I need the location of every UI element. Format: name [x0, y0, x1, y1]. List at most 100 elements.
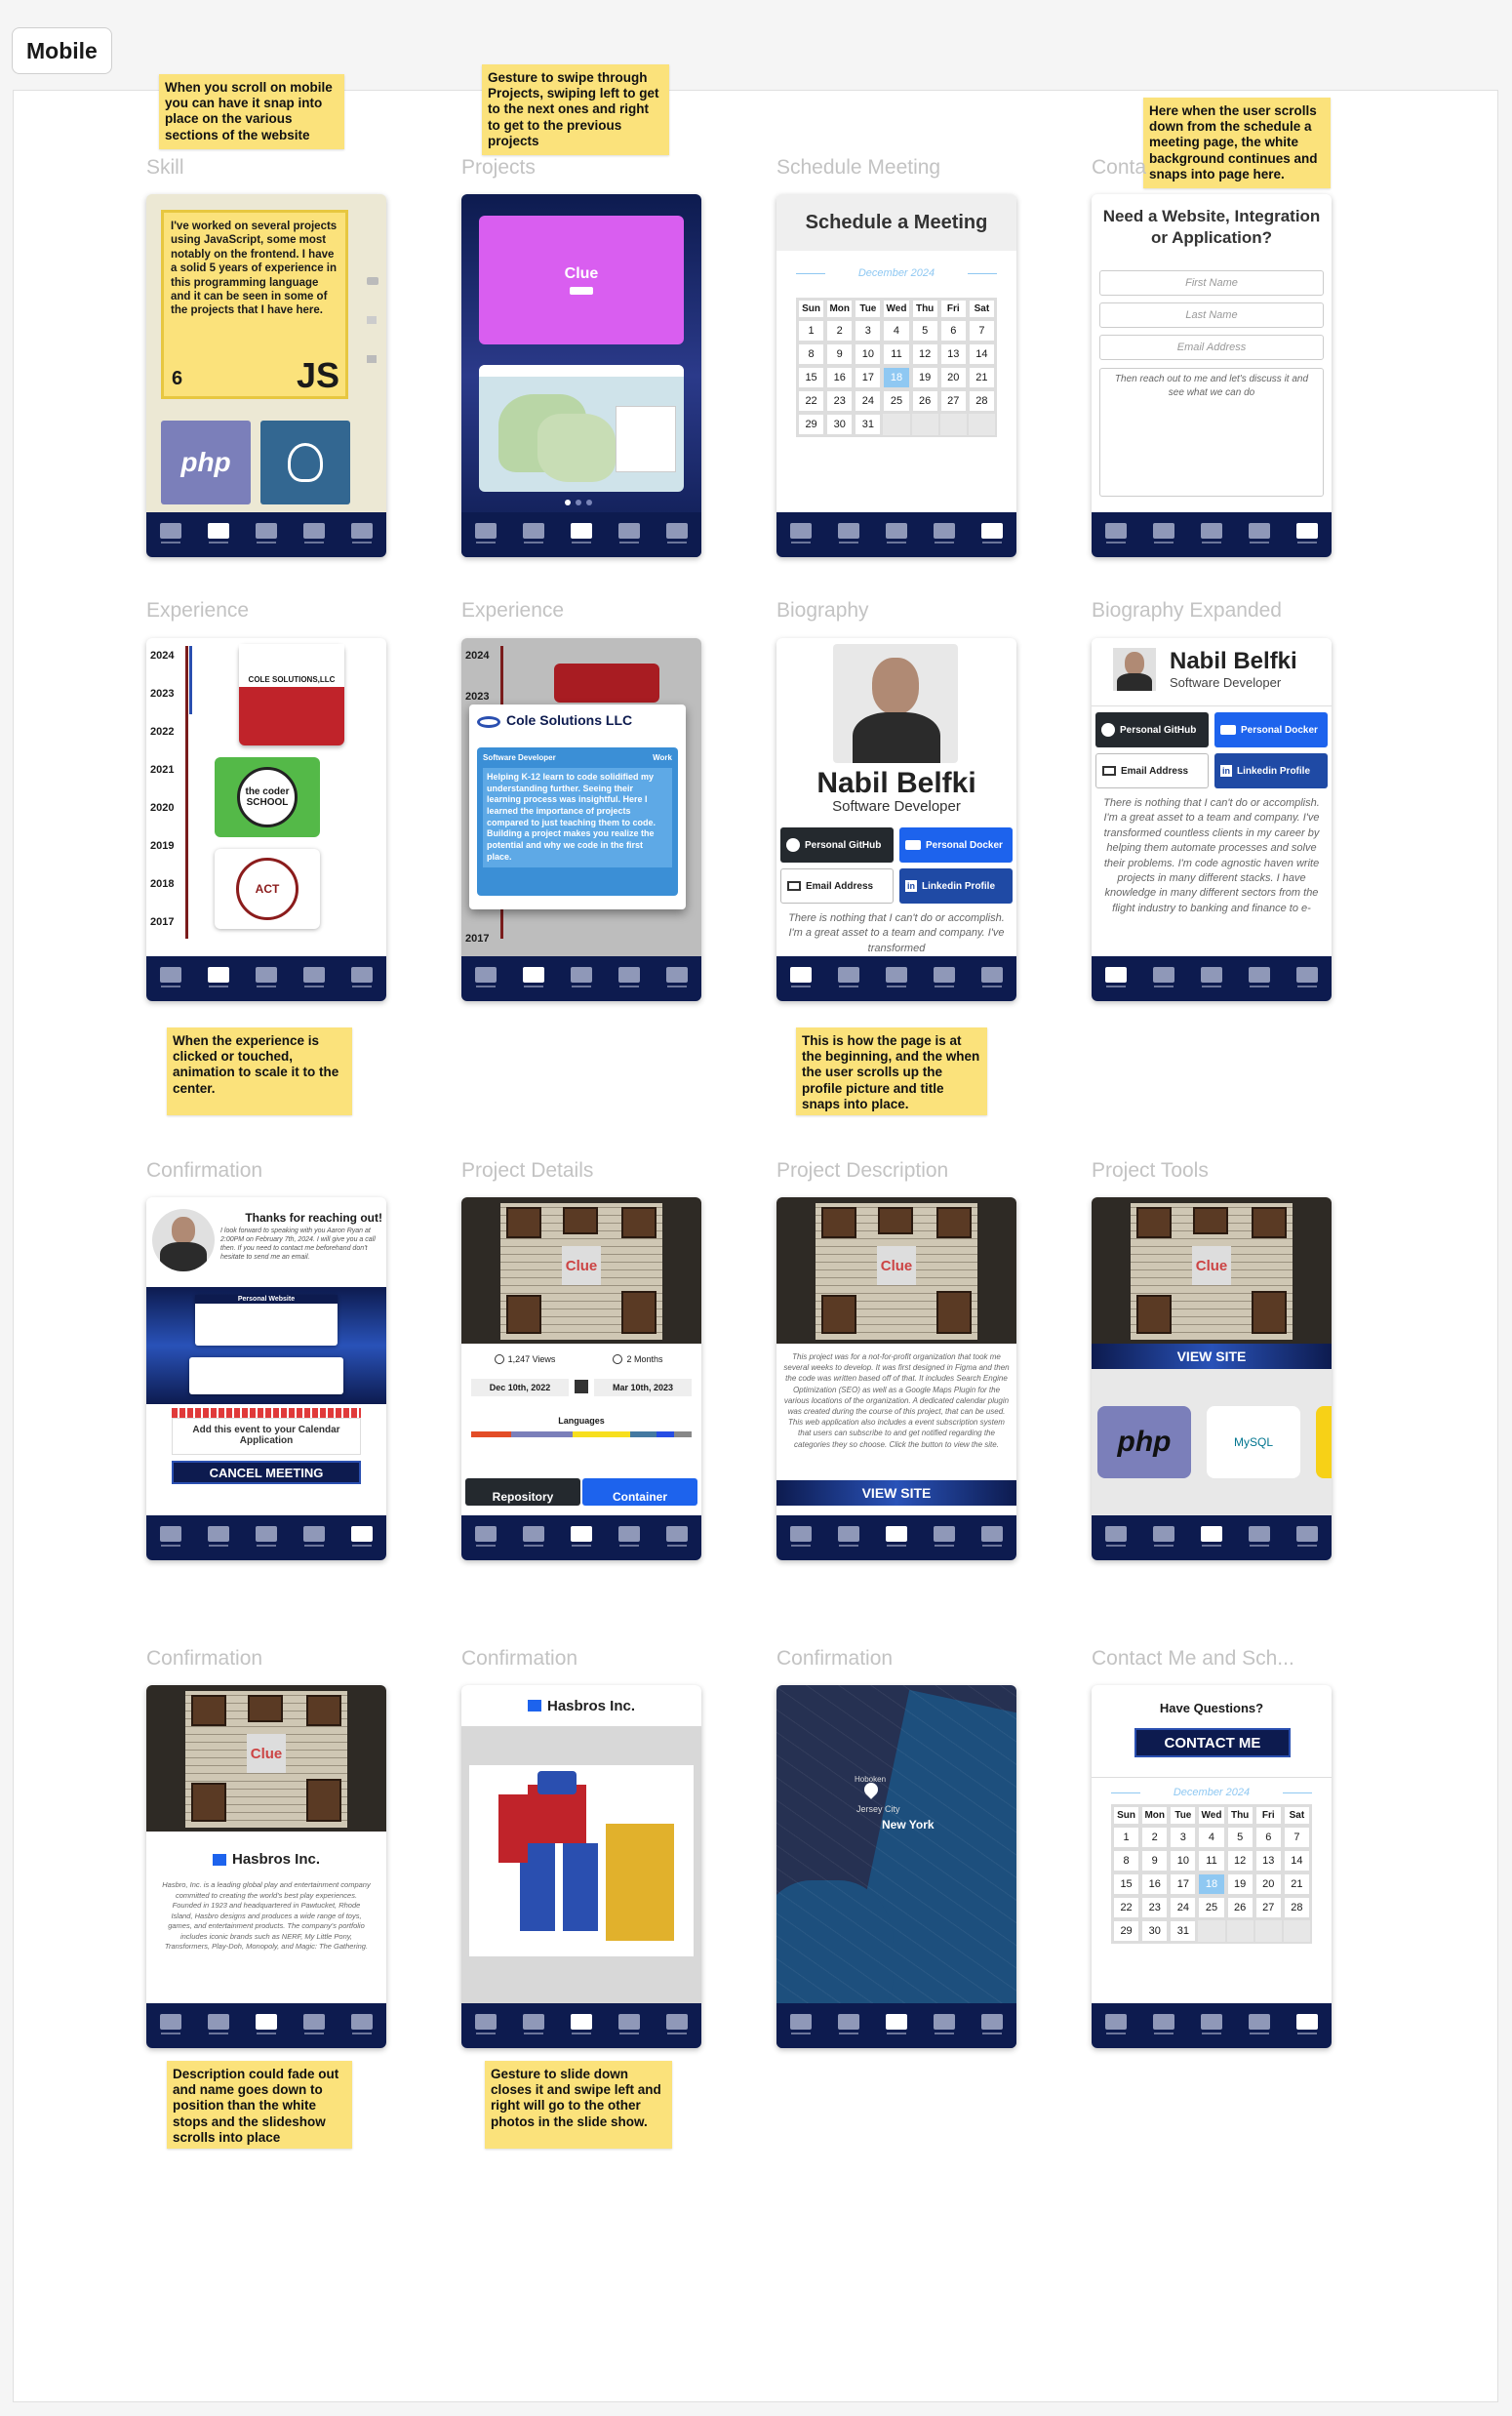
calendar-date-cell[interactable]: 17: [855, 367, 882, 388]
nav-biography-icon[interactable]: [159, 1525, 181, 1547]
nav-meeting-icon[interactable]: [1249, 1525, 1271, 1547]
nav-contact-icon[interactable]: [981, 2013, 1004, 2034]
calendar-date-cell[interactable]: 27: [939, 390, 967, 412]
calendar-date-cell[interactable]: 11: [883, 343, 910, 365]
nav-contact-icon[interactable]: [1296, 966, 1319, 987]
year-label[interactable]: 2018: [150, 878, 174, 890]
calendar-date-cell[interactable]: 9: [1141, 1850, 1169, 1872]
calendar-date-cell[interactable]: 1: [1113, 1827, 1140, 1848]
year-label[interactable]: 2021: [150, 764, 174, 776]
message-field[interactable]: Then reach out to me and let's discuss i…: [1099, 368, 1324, 497]
nav-projects-icon[interactable]: [885, 522, 907, 544]
calendar-date-cell[interactable]: 2: [1141, 1827, 1169, 1848]
calendar-date-cell[interactable]: 31: [855, 414, 882, 435]
nav-projects-icon[interactable]: [570, 966, 592, 987]
calendar-date-cell[interactable]: 27: [1254, 1897, 1282, 1918]
calendar-date-cell[interactable]: 17: [1170, 1873, 1197, 1895]
nav-experience-icon[interactable]: [837, 1525, 859, 1547]
nav-projects-icon[interactable]: [255, 966, 277, 987]
view-site-button[interactable]: VIEW SITE: [776, 1480, 1016, 1506]
nav-biography-icon[interactable]: [1104, 1525, 1127, 1547]
calendar-date-cell[interactable]: 9: [826, 343, 854, 365]
nav-projects-icon[interactable]: [570, 522, 592, 544]
nav-contact-icon[interactable]: [666, 966, 689, 987]
calendar-date-cell[interactable]: 18: [883, 367, 910, 388]
year-label[interactable]: 2020: [150, 802, 174, 814]
calendar-grid[interactable]: Sun Mon Tue Wed Thu Fri Sat 1 2 3 4 5 6 7 8 9 10 11 12 13 14…: [796, 298, 997, 437]
nav-biography-icon[interactable]: [474, 2013, 497, 2034]
calendar-date-cell[interactable]: 18: [1198, 1873, 1225, 1895]
nav-meeting-icon[interactable]: [303, 2013, 326, 2034]
linkedin-button[interactable]: in Linkedin Profile: [899, 868, 1013, 904]
nav-contact-icon[interactable]: [981, 1525, 1004, 1547]
calendar-date-cell[interactable]: 24: [1170, 1897, 1197, 1918]
calendar-date-cell[interactable]: 8: [1113, 1850, 1140, 1872]
calendar-date-cell[interactable]: 24: [855, 390, 882, 412]
nav-experience-icon[interactable]: [1152, 522, 1174, 544]
nav-experience-icon[interactable]: [1152, 966, 1174, 987]
nav-contact-icon[interactable]: [351, 2013, 374, 2034]
calendar-date-cell[interactable]: 7: [968, 320, 995, 342]
nav-biography-icon[interactable]: [1104, 2013, 1127, 2034]
nav-contact-icon[interactable]: [666, 1525, 689, 1547]
next-month-arrow-icon[interactable]: [1283, 1792, 1312, 1793]
calendar-date-cell[interactable]: 13: [939, 343, 967, 365]
nav-meeting-icon[interactable]: [1249, 2013, 1271, 2034]
nav-contact-icon[interactable]: [981, 966, 1004, 987]
calendar-date-cell[interactable]: 15: [1113, 1873, 1140, 1895]
calendar-date-cell[interactable]: 16: [1141, 1873, 1169, 1895]
calendar-date-cell[interactable]: 29: [798, 414, 825, 435]
calendar-date-cell[interactable]: 11: [1198, 1850, 1225, 1872]
calendar-date-cell[interactable]: 12: [1226, 1850, 1253, 1872]
cancel-meeting-button[interactable]: CANCEL MEETING: [172, 1461, 361, 1484]
calendar-date-cell[interactable]: 22: [1113, 1897, 1140, 1918]
nav-meeting-icon[interactable]: [618, 2013, 641, 2034]
calendar-date-cell[interactable]: 25: [1198, 1897, 1225, 1918]
calendar-date-cell[interactable]: 21: [1283, 1873, 1310, 1895]
nav-meeting-icon[interactable]: [303, 522, 326, 544]
calendar-date-cell[interactable]: 19: [1226, 1873, 1253, 1895]
calendar-date-cell[interactable]: 10: [855, 343, 882, 365]
email-field[interactable]: Email Address: [1099, 335, 1324, 360]
last-name-field[interactable]: Last Name: [1099, 302, 1324, 328]
nav-contact-icon[interactable]: [351, 1525, 374, 1547]
docker-button[interactable]: Personal Docker: [1214, 712, 1328, 747]
nav-projects-icon[interactable]: [1200, 522, 1222, 544]
calendar-date-cell[interactable]: 5: [1226, 1827, 1253, 1848]
nav-experience-icon[interactable]: [837, 522, 859, 544]
calendar-date-cell[interactable]: 14: [968, 343, 995, 365]
experience-card-coder-school[interactable]: the coder SCHOOL: [215, 757, 320, 837]
nav-projects-icon[interactable]: [570, 1525, 592, 1547]
nav-projects-icon[interactable]: [255, 1525, 277, 1547]
calendar-date-cell[interactable]: 8: [798, 343, 825, 365]
prev-month-arrow-icon[interactable]: [796, 273, 825, 274]
nav-projects-icon[interactable]: [885, 966, 907, 987]
calendar-date-cell[interactable]: 3: [1170, 1827, 1197, 1848]
calendar-date-cell[interactable]: 29: [1113, 1920, 1140, 1942]
nav-meeting-icon[interactable]: [934, 1525, 956, 1547]
docker-button[interactable]: Personal Docker: [899, 827, 1013, 863]
year-label[interactable]: 2019: [150, 840, 174, 852]
calendar-date-cell[interactable]: 6: [939, 320, 967, 342]
nav-contact-icon[interactable]: [351, 966, 374, 987]
nav-biography-icon[interactable]: [159, 522, 181, 544]
carousel-dots[interactable]: [565, 500, 592, 505]
nav-experience-icon[interactable]: [207, 2013, 229, 2034]
github-button[interactable]: Personal GitHub: [780, 827, 894, 863]
nav-biography-icon[interactable]: [159, 966, 181, 987]
nav-biography-icon[interactable]: [789, 522, 812, 544]
calendar-date-cell[interactable]: 6: [1254, 1827, 1282, 1848]
calendar-date-cell[interactable]: 28: [1283, 1897, 1310, 1918]
nav-experience-icon[interactable]: [522, 1525, 544, 1547]
nav-experience-icon[interactable]: [522, 522, 544, 544]
nav-experience-icon[interactable]: [837, 966, 859, 987]
nav-biography-icon[interactable]: [789, 2013, 812, 2034]
nav-experience-icon[interactable]: [207, 522, 229, 544]
calendar-date-cell[interactable]: 1: [798, 320, 825, 342]
nav-biography-icon[interactable]: [789, 1525, 812, 1547]
calendar-date-cell[interactable]: 30: [1141, 1920, 1169, 1942]
nav-contact-icon[interactable]: [1296, 1525, 1319, 1547]
first-name-field[interactable]: First Name: [1099, 270, 1324, 296]
mysql-logo-tile[interactable]: MySQL: [1207, 1406, 1300, 1478]
calendar-date-cell[interactable]: 14: [1283, 1850, 1310, 1872]
